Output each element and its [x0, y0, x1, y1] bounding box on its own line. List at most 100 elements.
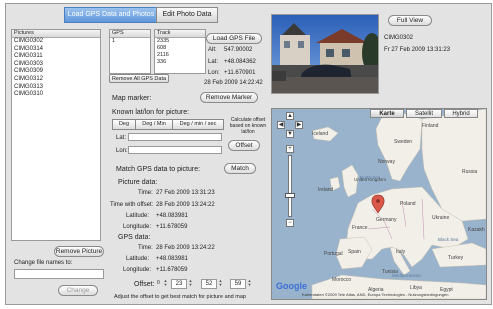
track-list[interactable]: Track 2335 608 2116 336 — [154, 29, 206, 74]
map-label: Ireland — [318, 187, 334, 193]
zoom-out-icon[interactable]: − — [286, 219, 294, 227]
gps-column-header: GPS — [110, 30, 150, 38]
list-item[interactable]: 2335 — [155, 38, 205, 45]
pan-right-icon[interactable]: ▶ — [295, 121, 303, 129]
latitude-label: Latitude: — [126, 213, 150, 219]
map-label: Germany — [376, 217, 397, 223]
track-column-header: Track — [155, 30, 205, 38]
gps-time-value: 28 Feb 2009 13:24:22 — [156, 245, 215, 251]
known-lat-input[interactable] — [128, 133, 222, 141]
map-label: Poland — [400, 201, 416, 207]
map-attribution[interactable]: Kartendaten ©2009 Tele Atlas, AND, Europ… — [302, 292, 448, 297]
lat-value: +48.084362 — [224, 59, 256, 65]
map-marker-label: Map marker: — [112, 95, 152, 102]
change-names-label: Change file names to: — [14, 260, 73, 266]
map-type-hybrid[interactable]: Hybrid — [444, 109, 478, 118]
map-label: North Sea — [360, 175, 381, 180]
minutes-stepper[interactable]: ▲ ▼ — [218, 279, 223, 288]
offset-hint: Adjust the offset to get best match for … — [114, 294, 246, 300]
photo-frame — [271, 14, 382, 94]
gps-data-header: GPS data: — [118, 234, 151, 241]
remove-marker-button[interactable]: Remove Marker — [200, 92, 258, 103]
pan-down-icon[interactable]: ▼ — [286, 130, 294, 138]
days-stepper[interactable]: ▲ ▼ — [163, 279, 168, 288]
remove-picture-button[interactable]: Remove Picture — [54, 246, 104, 257]
map-canvas[interactable] — [272, 109, 486, 299]
gps-latitude-label: Latitude: — [126, 256, 150, 262]
photo-preview[interactable] — [272, 15, 382, 93]
hours-stepper[interactable]: ▲ ▼ — [188, 279, 193, 288]
tab-load-gps[interactable]: Load GPS Data and Photos — [64, 7, 158, 23]
gps-latitude-value: +48.083981 — [156, 256, 188, 262]
gps-longitude-value: +11.678059 — [156, 267, 188, 273]
app-window: Load GPS Data and Photos Edit Photo Data… — [5, 3, 492, 305]
list-item[interactable]: 336 — [155, 59, 205, 66]
remove-all-gps-button[interactable]: Remove All GPS Data — [109, 74, 169, 83]
file-name-input[interactable] — [14, 269, 104, 279]
time-offset-value: 28 Feb 2009 13:24:22 — [156, 202, 215, 208]
offset-label: Offset: — [134, 281, 155, 288]
list-item[interactable]: CIMG0309 — [12, 68, 100, 76]
time-value: 27 Feb 2009 13:31:23 — [156, 190, 215, 196]
pictures-header: Pictures — [12, 30, 100, 38]
map-label: Spain — [348, 249, 361, 255]
map-label: France — [352, 225, 368, 231]
map-type-satellit[interactable]: Satellit — [406, 109, 442, 118]
pictures-list[interactable]: Pictures CIMG0302 CIMG0314 CIMG0311 CIMG… — [11, 29, 101, 241]
list-item[interactable]: CIMG0303 — [12, 61, 100, 69]
google-logo: Google — [276, 281, 307, 291]
time-label: Time: — [138, 190, 153, 196]
list-item[interactable]: 608 — [155, 45, 205, 52]
map-label: Norway — [378, 159, 395, 165]
pan-up-icon[interactable]: ▲ — [286, 112, 294, 120]
gps-list[interactable]: GPS 1 — [109, 29, 151, 74]
longitude-value: +11.678059 — [156, 224, 188, 230]
lon-value: +11.670901 — [224, 70, 256, 76]
list-item[interactable]: 2116 — [155, 52, 205, 59]
minutes-input[interactable]: 52 — [201, 279, 217, 289]
map-type-karte[interactable]: Karte — [370, 109, 404, 118]
tab-deg-min-sec[interactable]: Deg / min / sec — [173, 119, 224, 130]
list-item[interactable]: 1 — [110, 38, 150, 45]
known-lon-label: Lon: — [116, 148, 128, 154]
zoom-slider-track[interactable] — [288, 155, 292, 217]
gps-longitude-label: Longitude: — [123, 267, 152, 273]
map-view[interactable]: Karte Satellit Hybrid ▲ ◀ ▶ ▼ + − Icelan… — [271, 108, 487, 300]
picture-data-header: Picture data: — [118, 179, 158, 186]
list-item[interactable]: CIMG0312 — [12, 76, 100, 84]
format-tabs: Deg Deg / Min Deg / min / sec — [112, 119, 224, 130]
known-lat-label: Lat: — [116, 135, 127, 141]
map-label: Tunisia — [382, 269, 398, 275]
known-lon-input[interactable] — [128, 146, 222, 154]
longitude-label: Longitude: — [123, 224, 152, 230]
pan-left-icon[interactable]: ◀ — [277, 121, 285, 129]
offset-days: 0 — [157, 280, 160, 286]
tab-edit-photo[interactable]: Edit Photo Data — [156, 7, 218, 23]
list-item[interactable]: CIMG0313 — [12, 84, 100, 92]
load-gps-file-button[interactable]: Load GPS File — [206, 33, 262, 44]
map-label: Finland — [422, 123, 439, 129]
calc-offset-note: Calculate offset based on known lat/lon — [229, 117, 267, 135]
hours-input[interactable]: 23 — [171, 279, 187, 289]
offset-button[interactable]: Offset — [228, 140, 260, 151]
lon-label: Lon: — [208, 70, 220, 76]
list-item[interactable]: CIMG0311 — [12, 53, 100, 61]
map-label: Italy — [396, 249, 406, 255]
tab-deg-min[interactable]: Deg / Min — [136, 119, 173, 130]
full-view-button[interactable]: Full View — [388, 15, 432, 26]
zoom-in-icon[interactable]: + — [286, 145, 294, 153]
photo-name: CIMG0302 — [384, 35, 414, 41]
seconds-stepper[interactable]: ▲ ▼ — [247, 279, 252, 288]
tab-deg[interactable]: Deg — [112, 119, 136, 130]
map-label: Black Sea — [438, 237, 459, 242]
map-label: Kazakh — [468, 227, 485, 233]
match-button[interactable]: Match — [224, 163, 256, 174]
zoom-slider-handle[interactable] — [285, 193, 295, 198]
time-offset-label: Time with offset: — [110, 202, 154, 208]
list-item[interactable]: CIMG0302 — [12, 38, 100, 46]
list-item[interactable]: CIMG0310 — [12, 91, 100, 99]
list-item[interactable]: CIMG0314 — [12, 46, 100, 54]
lat-label: Lat: — [208, 59, 219, 65]
seconds-input[interactable]: 59 — [230, 279, 246, 289]
change-button[interactable]: Change — [58, 285, 98, 296]
